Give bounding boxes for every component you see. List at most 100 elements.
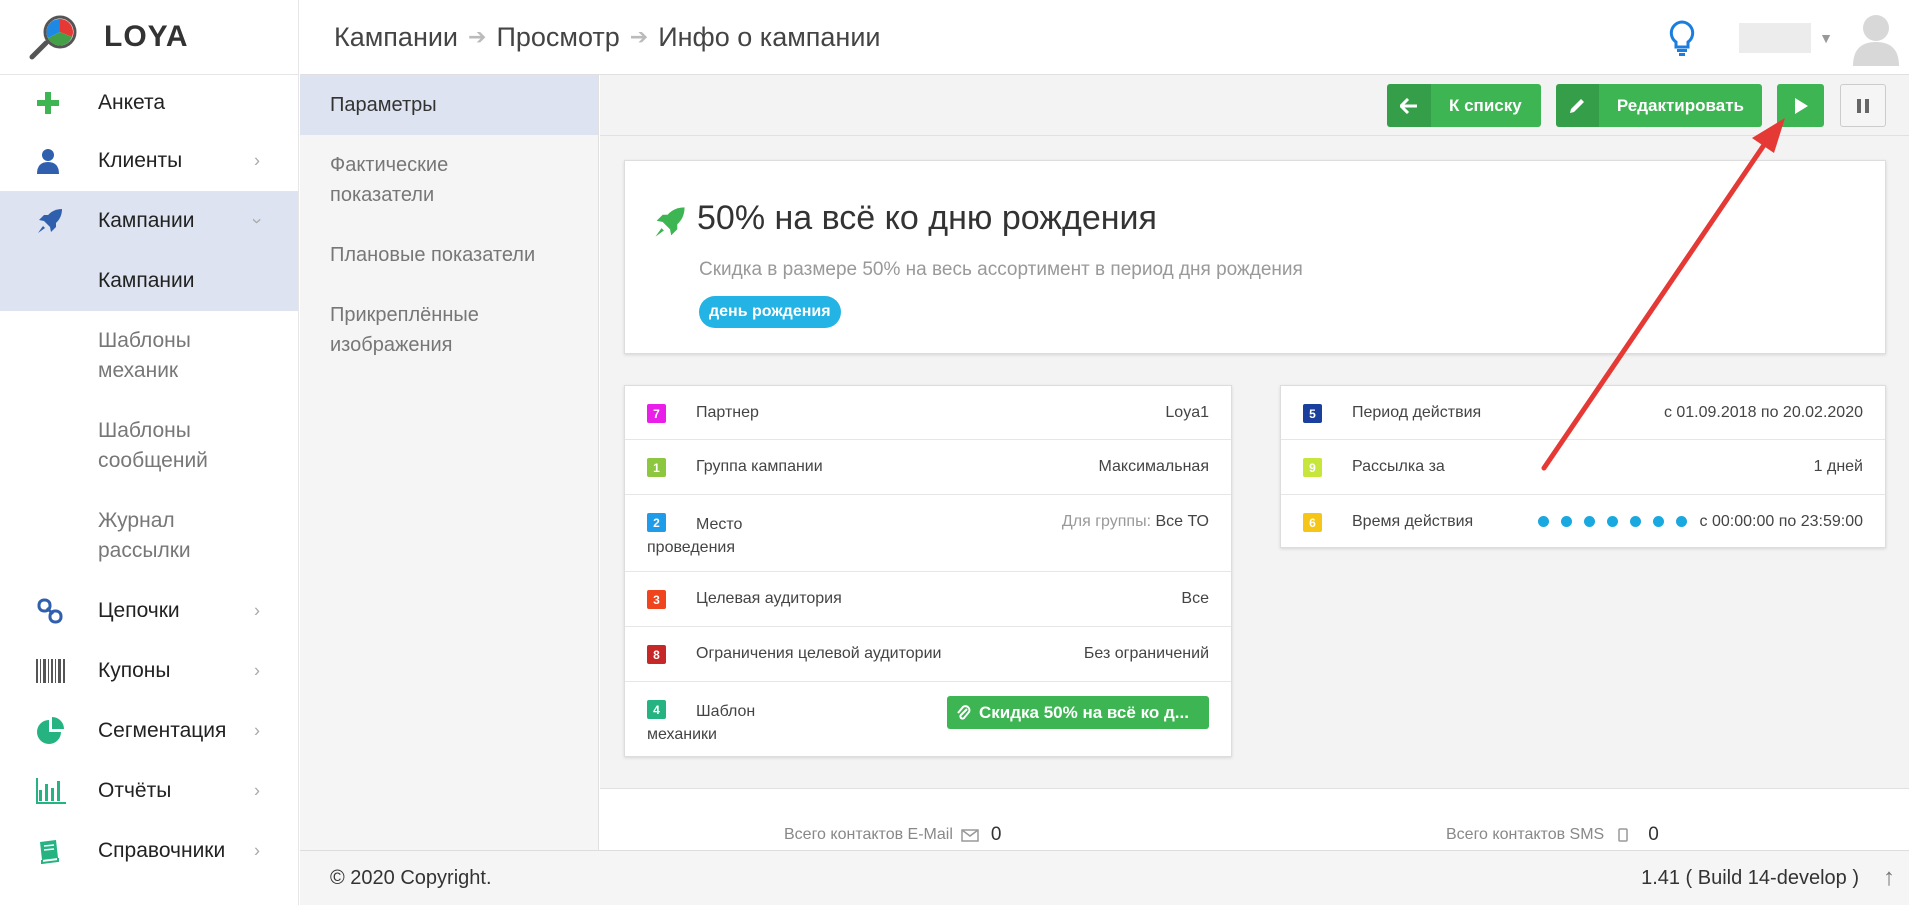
param-value-location: Для группы: Все ТО	[1062, 513, 1209, 531]
weekday-dot	[1561, 516, 1573, 528]
email-contacts-stat: Всего контактов E-Mail 0	[784, 824, 1001, 846]
subnav-attached-images[interactable]: Прикреплённые изображения	[300, 285, 500, 375]
subnav-actual-indicators[interactable]: Фактические показатели	[300, 135, 500, 225]
user-name-menu[interactable]	[1739, 22, 1812, 53]
param-value-time: с 00:00:00 по 23:59:00	[1538, 513, 1863, 531]
breadcrumb-item: Инфо о кампании	[658, 21, 881, 52]
param-number-badge: 1	[647, 458, 666, 477]
mechanic-template-label: Скидка 50% на всё ко д...	[979, 702, 1189, 722]
sidebar-item-label: Кампании	[98, 209, 195, 232]
user-icon	[36, 148, 88, 174]
param-value: Без ограничений	[1083, 645, 1209, 662]
sidebar-item-label: Сегментация	[98, 719, 227, 742]
sidebar-item-coupons[interactable]: Купоны ›	[0, 641, 298, 701]
weekday-dot	[1630, 516, 1642, 528]
subnav-params[interactable]: Параметры	[300, 75, 598, 135]
subnav-planned-indicators[interactable]: Плановые показатели	[300, 225, 598, 285]
arrow-right-icon: ➔	[629, 24, 649, 49]
param-row-mailing: 9 Рассылка за 1 дней	[1281, 440, 1885, 495]
campaign-subnav: Параметры Фактические показатели Плановы…	[300, 75, 599, 850]
chart-icon	[36, 778, 88, 804]
param-row-time: 6 Время действия с 00:00:00 по 23:59:00	[1281, 495, 1885, 547]
campaign-description: Скидка в размере 50% на весь ассортимент…	[699, 259, 1303, 280]
param-label: Шаблон механики	[647, 703, 756, 743]
sidebar-item-label: Купоны	[98, 659, 171, 682]
sidebar-item-chains[interactable]: Цепочки ›	[0, 581, 298, 641]
param-label: Ограничения целевой аудитории	[696, 645, 942, 662]
sidebar-item-label: Отчёты	[98, 779, 172, 802]
campaign-header-card: 50% на всё ко дню рождения Скидка в разм…	[624, 160, 1886, 354]
sms-contacts-value: 0	[1648, 824, 1659, 845]
param-number-badge: 5	[1303, 404, 1322, 423]
campaign-tag[interactable]: день рождения	[699, 296, 841, 328]
plus-icon	[36, 91, 88, 115]
weekday-dot	[1538, 516, 1550, 528]
weekday-dots	[1538, 516, 1688, 528]
chevron-right-icon: ›	[254, 840, 260, 861]
caret-down-icon[interactable]: ▼	[1819, 30, 1833, 46]
play-button[interactable]	[1777, 84, 1824, 127]
param-number-badge: 9	[1303, 458, 1322, 477]
sidebar-subitem-campaigns[interactable]: Кампании	[0, 251, 298, 311]
arrow-left-icon	[1387, 84, 1431, 127]
header: Кампании ➔ Просмотр ➔ Инфо о кампании ▼	[300, 0, 1909, 75]
scroll-to-top-icon[interactable]: ↑	[1883, 864, 1895, 892]
param-label: Период действия	[1352, 404, 1482, 421]
footer: © 2020 Copyright. 1.41 ( Build 14-develo…	[300, 850, 1909, 905]
param-label: Место проведения	[647, 516, 743, 556]
avatar[interactable]	[1851, 10, 1901, 66]
param-row-period: 5 Период действия с 01.09.2018 по 20.02.…	[1281, 386, 1885, 440]
param-value: 1 дней	[1813, 458, 1863, 475]
sidebar-item-anketa[interactable]: Анкета	[0, 75, 298, 131]
back-to-list-button[interactable]: К списку	[1387, 84, 1541, 127]
param-value: Loya1	[1165, 404, 1209, 421]
lightbulb-icon[interactable]	[1669, 19, 1695, 56]
param-value: Все ТО	[1155, 513, 1209, 530]
logo[interactable]: LOYA	[0, 0, 298, 75]
book-icon	[36, 838, 88, 864]
param-value: с 00:00:00 по 23:59:00	[1699, 513, 1863, 530]
param-number-badge: 6	[1303, 513, 1322, 532]
mechanic-template-button[interactable]: Скидка 50% на всё ко д...	[947, 696, 1209, 729]
sidebar-item-segmentation[interactable]: Сегментация ›	[0, 701, 298, 761]
sidebar-item-reference[interactable]: Справочники ›	[0, 821, 298, 881]
sidebar-subitem-message-templates[interactable]: Шаблоны сообщений	[0, 401, 220, 491]
sidebar-item-campaigns[interactable]: Кампании ›	[0, 191, 298, 251]
phone-icon	[1618, 828, 1628, 842]
copyright-text: © 2020 Copyright.	[330, 866, 492, 889]
param-value-prefix: Для группы:	[1061, 513, 1152, 530]
pie-icon	[36, 717, 88, 745]
breadcrumb-item[interactable]: Кампании	[334, 22, 458, 53]
pause-button[interactable]	[1840, 84, 1886, 127]
sms-contacts-label: Всего контактов SMS	[1446, 826, 1605, 843]
param-row-location: 2 Место проведения Для группы: Все ТО	[625, 495, 1231, 572]
sidebar-item-clients[interactable]: Клиенты ›	[0, 131, 298, 191]
sidebar-item-label: Клиенты	[98, 149, 183, 172]
sidebar: LOYA Анкета Клиенты › Кампании › Кампани…	[0, 0, 299, 905]
logo-text: LOYA	[104, 20, 189, 53]
toolbar: К списку Редактировать	[600, 75, 1909, 136]
chevron-down-icon: ›	[247, 218, 268, 224]
barcode-icon	[36, 659, 88, 683]
breadcrumb-item[interactable]: Просмотр	[496, 22, 619, 53]
param-number-badge: 3	[647, 590, 666, 609]
weekday-dot	[1676, 516, 1688, 528]
sidebar-item-label: Справочники	[98, 839, 226, 862]
loya-logo-icon	[29, 15, 77, 60]
sidebar-item-label: Анкета	[98, 91, 166, 114]
param-label: Партнер	[696, 404, 759, 421]
chain-icon	[36, 597, 88, 625]
breadcrumb: Кампании ➔ Просмотр ➔ Инфо о кампании	[334, 22, 880, 53]
edit-label: Редактировать	[1616, 95, 1744, 115]
param-value: Все	[1181, 590, 1209, 607]
edit-button[interactable]: Редактировать	[1556, 84, 1762, 127]
param-row-group: 1 Группа кампании Максимальная	[625, 440, 1231, 495]
main-content: К списку Редактировать 50% на всё ко дню…	[600, 75, 1909, 850]
email-contacts-label: Всего контактов E-Mail	[784, 826, 953, 843]
sidebar-subitem-mechanic-templates[interactable]: Шаблоны механик	[0, 311, 220, 401]
pause-icon	[1857, 98, 1869, 113]
sidebar-item-reports[interactable]: Отчёты ›	[0, 761, 298, 821]
sms-contacts-stat: Всего контактов SMS 0	[1446, 824, 1659, 846]
sidebar-subitem-mailing-log[interactable]: Журнал рассылки	[0, 491, 220, 581]
param-value: Максимальная	[1098, 458, 1210, 475]
